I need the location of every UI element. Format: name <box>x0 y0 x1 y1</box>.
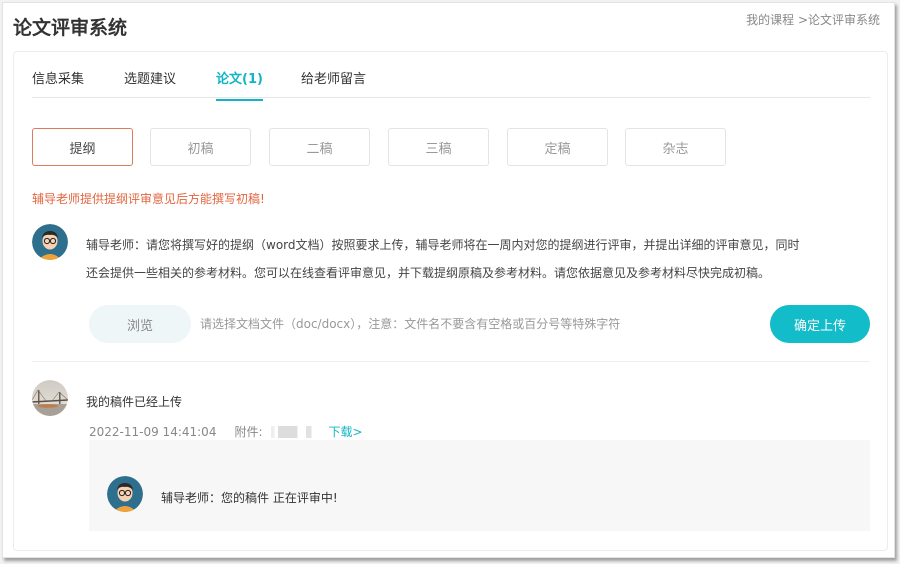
teacher-avatar <box>32 224 68 260</box>
reply-teacher-avatar-icon <box>107 476 143 512</box>
stage-first-draft-button[interactable]: 初稿 <box>150 128 251 166</box>
stage-second-draft-button[interactable]: 二稿 <box>269 128 370 166</box>
submission-message: 我的稿件已经上传 <box>86 395 183 409</box>
page-title: 论文评审系统 <box>13 17 128 39</box>
stage-third-draft-button[interactable]: 三稿 <box>388 128 489 166</box>
student-avatar <box>32 380 68 416</box>
file-hint: 请选择文档文件（doc/docx），注意：文件名不要含有空格或百分号等特殊字符 <box>200 317 621 331</box>
submission-meta: 2022-11-09 14:41:04 附件: 下载> <box>89 423 363 440</box>
teacher-reply-box: 辅导老师：您的稿件 正在评审中! <box>89 440 870 531</box>
stage-outline-button[interactable]: 提纲 <box>32 128 133 166</box>
divider <box>32 361 870 362</box>
stage-final-draft-button[interactable]: 定稿 <box>507 128 608 166</box>
main-card: 信息采集 选题建议 论文(1) 给老师留言 提纲 初稿 二稿 三稿 定稿 杂志 … <box>13 51 888 551</box>
confirm-upload-button[interactable]: 确定上传 <box>770 305 870 343</box>
attachment-filename-redacted <box>270 425 315 438</box>
app-window: 论文评审系统 我的课程 >论文评审系统 信息采集 选题建议 论文(1) 给老师留… <box>2 2 895 558</box>
download-link[interactable]: 下载> <box>329 423 363 440</box>
reply-teacher-avatar <box>107 476 143 512</box>
tab-paper[interactable]: 论文(1) <box>216 68 263 101</box>
warning-message: 辅导老师提供提纲评审意见后方能撰写初稿! <box>32 192 265 206</box>
breadcrumb-home-link[interactable]: 我的课程 <box>746 13 794 27</box>
browse-button[interactable]: 浏览 <box>89 305 191 343</box>
tab-info-collection[interactable]: 信息采集 <box>32 68 84 99</box>
student-avatar-icon <box>32 380 68 416</box>
tab-topic-suggestion[interactable]: 选题建议 <box>124 68 176 99</box>
teacher-instruction: 辅导老师：请您将撰写好的提纲（word文档）按照要求上传，辅导老师将在一周内对您… <box>86 238 800 280</box>
attachment-label: 附件: <box>234 425 263 439</box>
tab-bar: 信息采集 选题建议 论文(1) 给老师留言 <box>32 52 870 101</box>
tab-message-teacher[interactable]: 给老师留言 <box>301 68 366 99</box>
teacher-reply-text: 辅导老师：您的稿件 正在评审中! <box>161 491 338 505</box>
teacher-avatar-icon <box>32 224 68 260</box>
breadcrumb-current: >论文评审系统 <box>797 13 880 27</box>
submission-time: 2022-11-09 14:41:04 <box>89 424 217 439</box>
breadcrumb: 我的课程 >论文评审系统 <box>746 11 880 28</box>
stage-journal-button[interactable]: 杂志 <box>625 128 726 166</box>
